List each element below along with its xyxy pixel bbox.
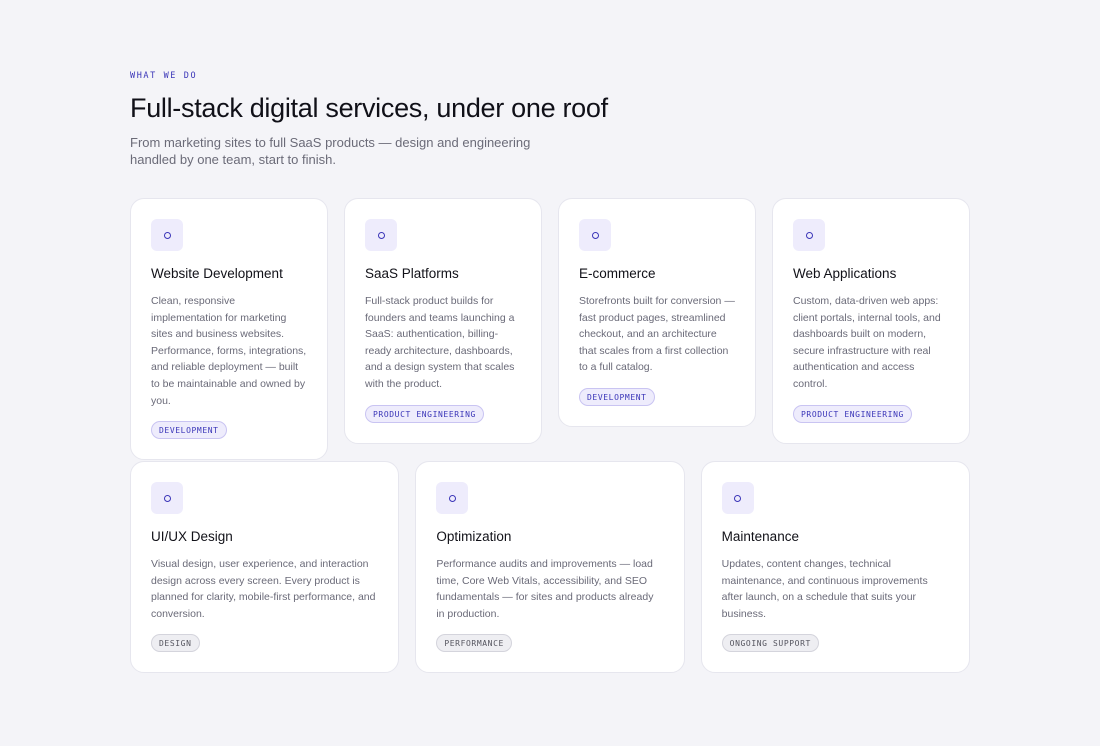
service-icon-box [436, 482, 469, 514]
service-title: Maintenance [721, 529, 799, 544]
service-tag: PERFORMANCE [436, 634, 512, 653]
section-title: Full-stack digital services, under one r… [130, 93, 608, 123]
service-card-ui-ux-design: UI/UX Design Visual design, user experie… [130, 461, 400, 674]
service-icon-box [151, 482, 183, 514]
service-description: Visual design, user experience, and inte… [151, 558, 376, 620]
service-card-maintenance: Maintenance Updates, content changes, te… [700, 461, 970, 674]
service-tag: PRODUCT ENGINEERING [365, 404, 484, 423]
section-eyebrow: WHAT WE DO [130, 71, 198, 81]
service-icon-box [151, 219, 183, 251]
service-tag: PRODUCT ENGINEERING [793, 404, 912, 423]
service-tag: DESIGN [151, 634, 200, 653]
service-card-website-development: Website Development Clean, responsive im… [130, 198, 328, 461]
service-description: Storefronts built for conversion — fast … [579, 295, 735, 374]
service-title: SaaS Platforms [365, 266, 459, 281]
circle-icon [734, 494, 742, 502]
service-description: Performance audits and improvements — lo… [436, 558, 654, 620]
service-title: UI/UX Design [151, 529, 233, 544]
service-title: Website Development [151, 266, 283, 281]
service-tag: ONGOING SUPPORT [721, 634, 819, 653]
circle-icon [163, 231, 171, 239]
circle-icon [591, 231, 599, 239]
circle-icon [448, 494, 456, 502]
services-row-1: Website Development Clean, responsive im… [130, 198, 970, 461]
service-description: Updates, content changes, technical main… [721, 558, 928, 620]
service-description: Custom, data-driven web apps: client por… [793, 295, 941, 390]
circle-icon [163, 494, 171, 502]
circle-icon [377, 231, 385, 239]
services-header: WHAT WE DO Full-stack digital services, … [130, 70, 970, 168]
service-title: Optimization [436, 529, 512, 544]
service-icon-box [793, 219, 825, 251]
service-title: E-commerce [579, 266, 656, 281]
service-card-e-commerce: E-commerce Storefronts built for convers… [558, 198, 756, 427]
service-tag: DEVELOPMENT [151, 421, 227, 440]
service-icon-box [579, 219, 611, 251]
services-row-2: UI/UX Design Visual design, user experie… [130, 461, 970, 674]
service-icon-box [365, 219, 397, 251]
service-card-saas-platforms: SaaS Platforms Full-stack product builds… [344, 198, 542, 444]
service-card-optimization: Optimization Performance audits and impr… [415, 461, 685, 674]
service-card-web-applications: Web Applications Custom, data-driven web… [772, 198, 970, 444]
service-title: Web Applications [793, 266, 897, 281]
circle-icon [805, 231, 813, 239]
service-description: Clean, responsive implementation for mar… [151, 295, 307, 407]
service-tag: DEVELOPMENT [579, 387, 655, 406]
service-description: Full-stack product builds for founders a… [365, 295, 515, 390]
section-description: From marketing sites to full SaaS produc… [130, 135, 531, 167]
service-icon-box [721, 482, 754, 514]
